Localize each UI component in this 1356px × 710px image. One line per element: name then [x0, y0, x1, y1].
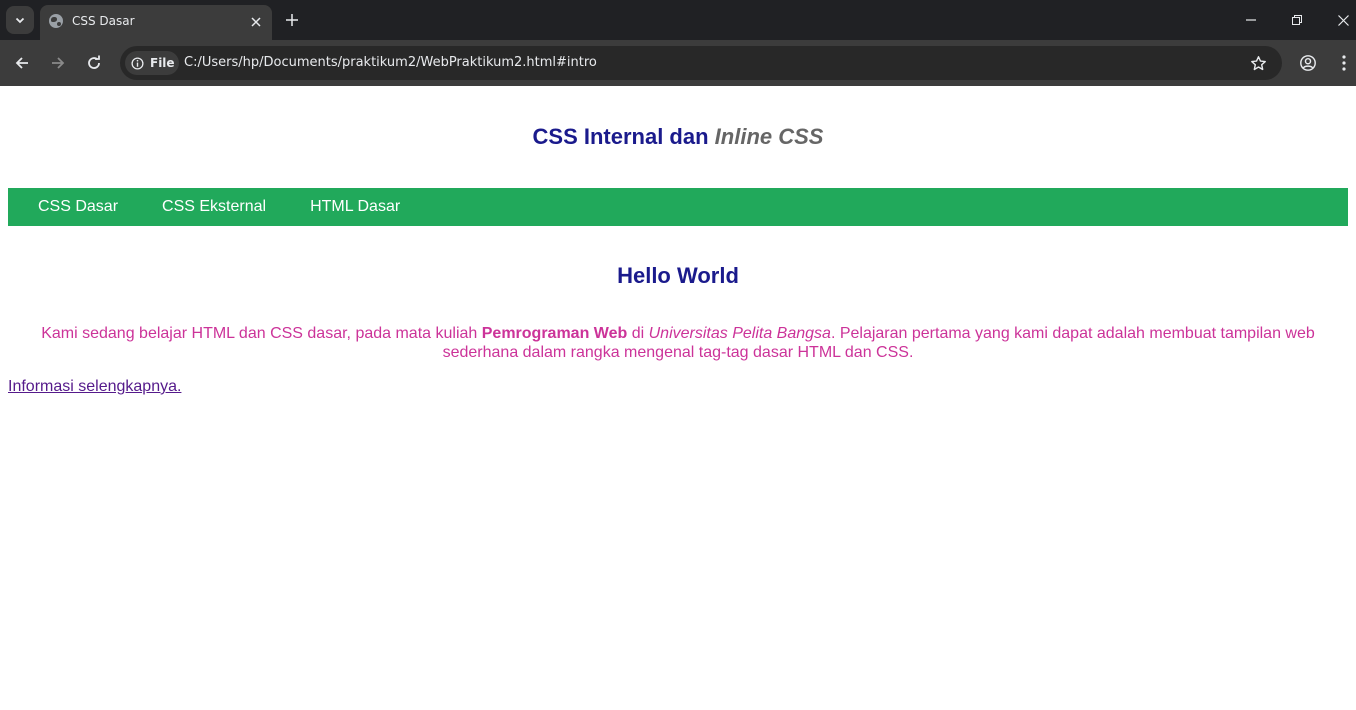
site-info-label: File [150, 56, 175, 70]
more-vert-icon [1342, 55, 1346, 71]
intro-paragraph: Kami sedang belajar HTML dan CSS dasar, … [8, 324, 1348, 362]
globe-icon [49, 14, 63, 28]
tab-title: CSS Dasar [72, 14, 135, 28]
reload-button[interactable] [82, 51, 106, 75]
more-info-link[interactable]: Informasi selengkapnya. [8, 378, 181, 396]
browser-tab[interactable]: CSS Dasar [40, 5, 272, 40]
close-icon [1337, 14, 1349, 26]
address-bar[interactable]: File C:/Users/hp/Documents/praktikum2/We… [120, 46, 1282, 80]
reload-icon [88, 55, 100, 69]
bookmark-button[interactable] [1247, 52, 1269, 74]
new-tab-button[interactable] [281, 9, 303, 31]
arrow-right-icon [52, 57, 65, 69]
menu-item-css-dasar[interactable]: CSS Dasar [38, 198, 118, 216]
intro-course-name: Pemrograman Web [481, 325, 628, 342]
intro-university-name: Universitas Pelita Bangsa [648, 325, 831, 342]
nav-menu: CSS Dasar CSS Eksternal HTML Dasar [8, 188, 1348, 226]
minimize-icon [1246, 19, 1256, 21]
browser-tabbar: CSS Dasar [0, 0, 1356, 40]
browser-toolbar: File C:/Users/hp/Documents/praktikum2/We… [0, 40, 1356, 86]
close-icon [251, 17, 261, 27]
site-title-accent: Inline CSS [714, 124, 824, 149]
forward-button[interactable] [46, 51, 70, 75]
star-icon [1250, 55, 1266, 70]
site-info-chip[interactable]: File [125, 51, 179, 75]
tab-search-button[interactable] [6, 6, 34, 34]
tab-close-button[interactable] [246, 12, 266, 32]
page-content: CSS Internal dan Inline CSS CSS Dasar CS… [0, 86, 1356, 710]
arrow-left-icon [15, 57, 28, 69]
site-title-main: CSS Internal dan [532, 124, 715, 149]
intro-text-1: Kami sedang belajar HTML dan CSS dasar, … [41, 325, 482, 342]
page-heading: Hello World [617, 263, 739, 288]
url-text[interactable]: C:/Users/hp/Documents/praktikum2/WebPrak… [184, 55, 597, 70]
account-icon [1300, 55, 1316, 71]
info-icon [131, 56, 144, 70]
menu-item-html-dasar[interactable]: HTML Dasar [310, 198, 400, 216]
menu-item-css-eksternal[interactable]: CSS Eksternal [162, 198, 266, 216]
site-title: CSS Internal dan Inline CSS [8, 124, 1348, 150]
minimize-button[interactable] [1240, 9, 1262, 31]
restore-button[interactable] [1286, 9, 1308, 31]
close-window-button[interactable] [1332, 9, 1354, 31]
plus-icon [286, 14, 298, 26]
profile-button[interactable] [1296, 51, 1320, 75]
back-button[interactable] [10, 51, 34, 75]
menu-button[interactable] [1332, 51, 1356, 75]
restore-icon [1292, 15, 1302, 25]
chevron-down-icon [15, 17, 25, 24]
intro-text-2: di [627, 325, 649, 342]
